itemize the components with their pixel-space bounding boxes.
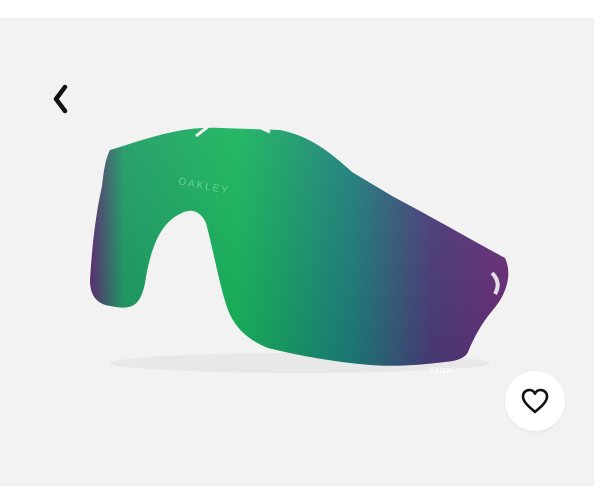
back-button[interactable] (42, 80, 80, 118)
lens-highlight (90, 127, 509, 366)
heart-outline-icon (521, 388, 549, 414)
product-screen: OAKLEY PRIZM (0, 0, 594, 500)
lens-image: OAKLEY PRIZM (90, 120, 509, 375)
chevron-left-icon (53, 84, 68, 114)
favorite-button[interactable] (505, 371, 565, 431)
product-image-gallery[interactable]: OAKLEY PRIZM (0, 18, 594, 486)
prizm-logo: PRIZM (429, 368, 453, 375)
